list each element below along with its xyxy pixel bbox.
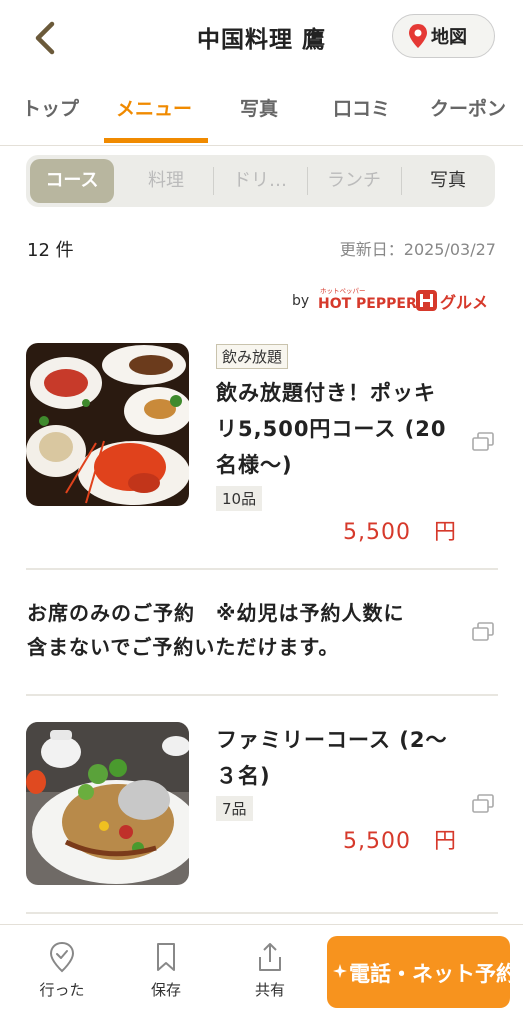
list-divider (26, 912, 498, 914)
seat-only-reservation-notice[interactable]: お席のみのご予約 ※幼児は予約人数に 含まないでご予約いただけます。 (27, 596, 457, 664)
segment-divider (401, 167, 402, 195)
course-name: ファミリーコース (2〜 ３名) (216, 722, 447, 794)
tab-menu[interactable]: メニュー (116, 94, 192, 121)
course-list-item[interactable]: ファミリーコース (2〜 ３名) 7品 (26, 722, 498, 892)
active-tab-indicator (104, 138, 208, 143)
course-name-line: 飲み放題付き！ポッキ (216, 381, 436, 405)
course-name-line: リ5,500円コース (20 (216, 417, 447, 441)
dish-count: 10品 (216, 486, 263, 511)
course-list-item[interactable]: 飲み放題 飲み放題付き！ポッキ リ5,500円コース (20 名様〜) 10品 (26, 343, 498, 513)
list-divider (26, 568, 498, 570)
tab-photos[interactable]: 写真 (240, 94, 278, 121)
dish-count: 7品 (216, 796, 253, 821)
segment-photos[interactable]: 写真 (404, 159, 492, 203)
svg-text:HOT PEPPER: HOT PEPPER (318, 296, 417, 312)
map-pin-icon (409, 24, 427, 48)
course-price: 5,500 円 (343, 829, 457, 854)
segment-lunch[interactable]: ランチ (310, 159, 398, 203)
reserve-label: 電話・ネット予約 (349, 962, 510, 986)
save-label: 保存 (150, 981, 181, 999)
copy-icon[interactable] (472, 432, 494, 452)
visited-pin-check-icon (49, 941, 75, 973)
copy-icon[interactable] (472, 622, 494, 642)
course-photo (26, 722, 189, 885)
course-name-line: 名様〜) (216, 453, 293, 477)
provider-by-label: by (292, 293, 310, 309)
went-button[interactable]: 行った (27, 941, 97, 1000)
header: 中国料理 鷹 地図 (0, 0, 523, 76)
svg-text:ホットペッパー: ホットペッパー (320, 287, 366, 295)
sparkle-icon (333, 964, 347, 978)
hot-pepper-gourmet-logo: ホットペッパー HOT PEPPER グルメ (318, 287, 488, 312)
menu-category-segmented-control: コース 料理 ドリ… ランチ 写真 (26, 155, 495, 207)
bookmark-icon (157, 943, 175, 971)
notice-line: お席のみのご予約 ※幼児は予約人数に (27, 601, 405, 625)
svg-text:グルメ: グルメ (440, 293, 488, 312)
segment-divider (307, 167, 308, 195)
course-name-line: ファミリーコース (2〜 (216, 728, 448, 752)
reserve-phone-net-button[interactable]: 電話・ネット予約 (327, 936, 510, 1008)
course-photo (26, 343, 189, 506)
result-count: 12 件 (27, 240, 74, 261)
list-divider (26, 694, 498, 696)
share-label: 共有 (254, 981, 285, 999)
tab-reviews[interactable]: 口コミ (333, 94, 390, 121)
tab-top[interactable]: トップ (22, 94, 79, 121)
course-name-line: ３名) (216, 764, 271, 788)
went-label: 行った (39, 981, 85, 999)
segment-course[interactable]: コース (30, 159, 114, 203)
save-button[interactable]: 保存 (131, 941, 201, 1000)
updated-date: 更新日：2025/03/27 (339, 240, 496, 259)
notice-line: 含まないでご予約いただけます。 (27, 635, 340, 659)
course-price: 5,500 円 (343, 520, 457, 545)
course-name: 飲み放題付き！ポッキ リ5,500円コース (20 名様〜) (216, 375, 447, 483)
map-button[interactable]: 地図 (392, 14, 495, 58)
all-you-can-drink-tag: 飲み放題 (216, 344, 289, 369)
segment-dishes[interactable]: 料理 (122, 159, 210, 203)
segment-divider (213, 167, 214, 195)
map-button-label: 地図 (431, 27, 467, 48)
segment-drinks[interactable]: ドリ… (216, 159, 304, 203)
share-icon (259, 943, 281, 971)
copy-icon[interactable] (472, 794, 494, 814)
share-button[interactable]: 共有 (235, 941, 305, 1000)
tab-bar: トップ メニュー 写真 口コミ クーポン (0, 82, 523, 146)
tab-coupons[interactable]: クーポン (430, 94, 506, 121)
